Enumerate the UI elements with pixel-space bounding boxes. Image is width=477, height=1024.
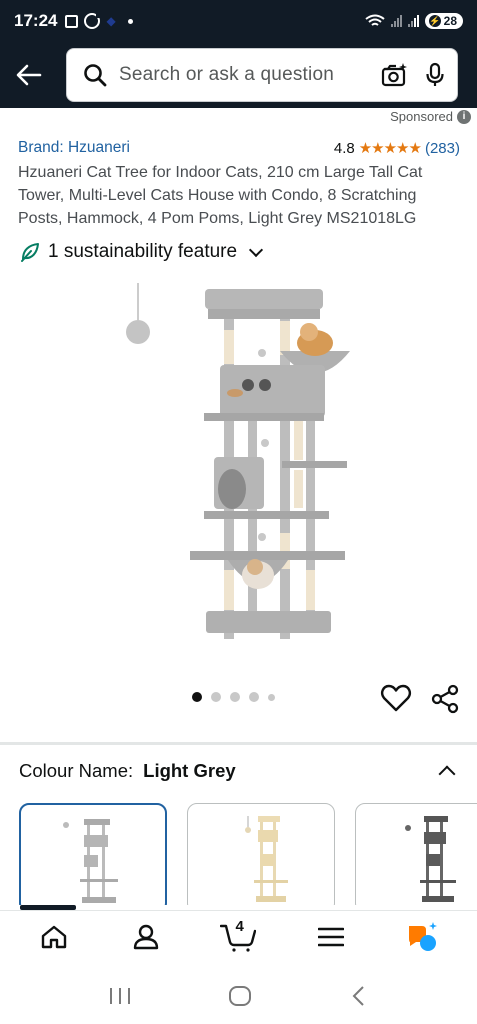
home-button-icon[interactable] <box>228 984 252 1008</box>
colour-swatches <box>19 803 477 905</box>
info-icon[interactable]: i <box>457 109 471 124</box>
swatch-beige[interactable] <box>187 803 335 905</box>
swatch-light-grey[interactable] <box>19 803 167 905</box>
rating[interactable]: 4.8 ★★★★★ (283) <box>333 139 460 158</box>
carousel-dot[interactable] <box>249 692 259 702</box>
back-button[interactable] <box>14 60 44 90</box>
rufus-icon <box>408 921 437 951</box>
carousel-dot[interactable] <box>230 692 240 702</box>
app-icon: ◆ <box>106 14 116 28</box>
colour-selector-header[interactable]: Colour Name: Light Grey <box>19 760 459 783</box>
rating-count[interactable]: (283) <box>425 140 460 157</box>
swatch-thumbnail <box>405 816 456 902</box>
notification-dot-icon <box>128 18 134 24</box>
carousel-dot[interactable] <box>211 692 221 702</box>
system-navigation <box>0 968 477 1024</box>
battery-level: 28 <box>443 14 457 28</box>
search-icon <box>84 64 107 87</box>
battery-icon: ⚡ 28 <box>424 13 463 29</box>
brand-link[interactable]: Brand: Hzuaneri <box>18 139 130 157</box>
bottom-navigation: 4 <box>0 910 477 962</box>
wifi-icon <box>365 14 385 26</box>
image-carousel-dots[interactable] <box>192 692 275 702</box>
chevron-up-icon[interactable] <box>438 765 456 783</box>
swatch-thumbnail <box>63 819 118 903</box>
sync-icon <box>84 13 102 29</box>
status-right-icons: ⚡ 28 <box>365 13 463 29</box>
signal-icon <box>407 15 419 27</box>
wishlist-heart-icon[interactable] <box>380 684 412 712</box>
carousel-dot[interactable] <box>268 693 275 701</box>
leaf-icon <box>21 243 39 262</box>
nav-menu[interactable] <box>309 917 353 957</box>
sustainability-text: 1 sustainability feature <box>48 241 238 262</box>
chevron-down-icon <box>248 242 264 257</box>
system-back-icon[interactable] <box>349 984 369 1008</box>
star-rating-icon: ★★★★★ <box>358 140 422 157</box>
home-icon <box>41 925 67 948</box>
status-left-icons: ◆ <box>65 13 134 29</box>
swatch-dark-grey[interactable] <box>355 803 477 905</box>
menu-icon <box>317 927 344 946</box>
screenshot-icon <box>65 14 79 28</box>
recent-apps-icon[interactable] <box>108 986 132 1006</box>
carousel-dot[interactable] <box>192 692 202 702</box>
microphone-icon[interactable] <box>425 62 445 88</box>
back-arrow-icon <box>16 64 42 86</box>
status-time: 17:24 <box>14 11 58 30</box>
product-title: Hzuaneri Cat Tree for Indoor Cats, 210 c… <box>18 164 423 227</box>
nav-rufus[interactable] <box>401 917 445 957</box>
camera-search-icon[interactable] <box>381 62 409 88</box>
app-header: Search or ask a question <box>0 42 477 108</box>
colour-value: Light Grey <box>143 760 236 781</box>
share-icon[interactable] <box>430 684 460 714</box>
search-bar[interactable]: Search or ask a question <box>66 48 458 102</box>
signal-icon <box>390 15 402 27</box>
search-input[interactable]: Search or ask a question <box>119 64 381 86</box>
section-divider <box>0 742 477 745</box>
cart-count: 4 <box>235 917 244 935</box>
swatch-thumbnail <box>245 816 288 902</box>
sustainability-feature[interactable]: 1 sustainability feature <box>20 241 264 263</box>
charging-icon: ⚡ <box>428 15 441 27</box>
product-image[interactable] <box>110 275 370 655</box>
sponsored-label[interactable]: Sponsored i <box>390 109 471 124</box>
nav-home[interactable] <box>32 917 76 957</box>
nav-cart[interactable]: 4 <box>216 917 260 957</box>
account-icon <box>134 924 159 949</box>
nav-account[interactable] <box>124 917 168 957</box>
sponsored-text: Sponsored <box>390 109 453 124</box>
rating-value: 4.8 <box>333 139 355 157</box>
brand-rating-row: Brand: Hzuaneri 4.8 ★★★★★ (283) <box>18 139 460 157</box>
colour-label: Colour Name: <box>19 760 134 781</box>
status-bar: 17:24 ◆ ⚡ 28 <box>0 0 477 42</box>
